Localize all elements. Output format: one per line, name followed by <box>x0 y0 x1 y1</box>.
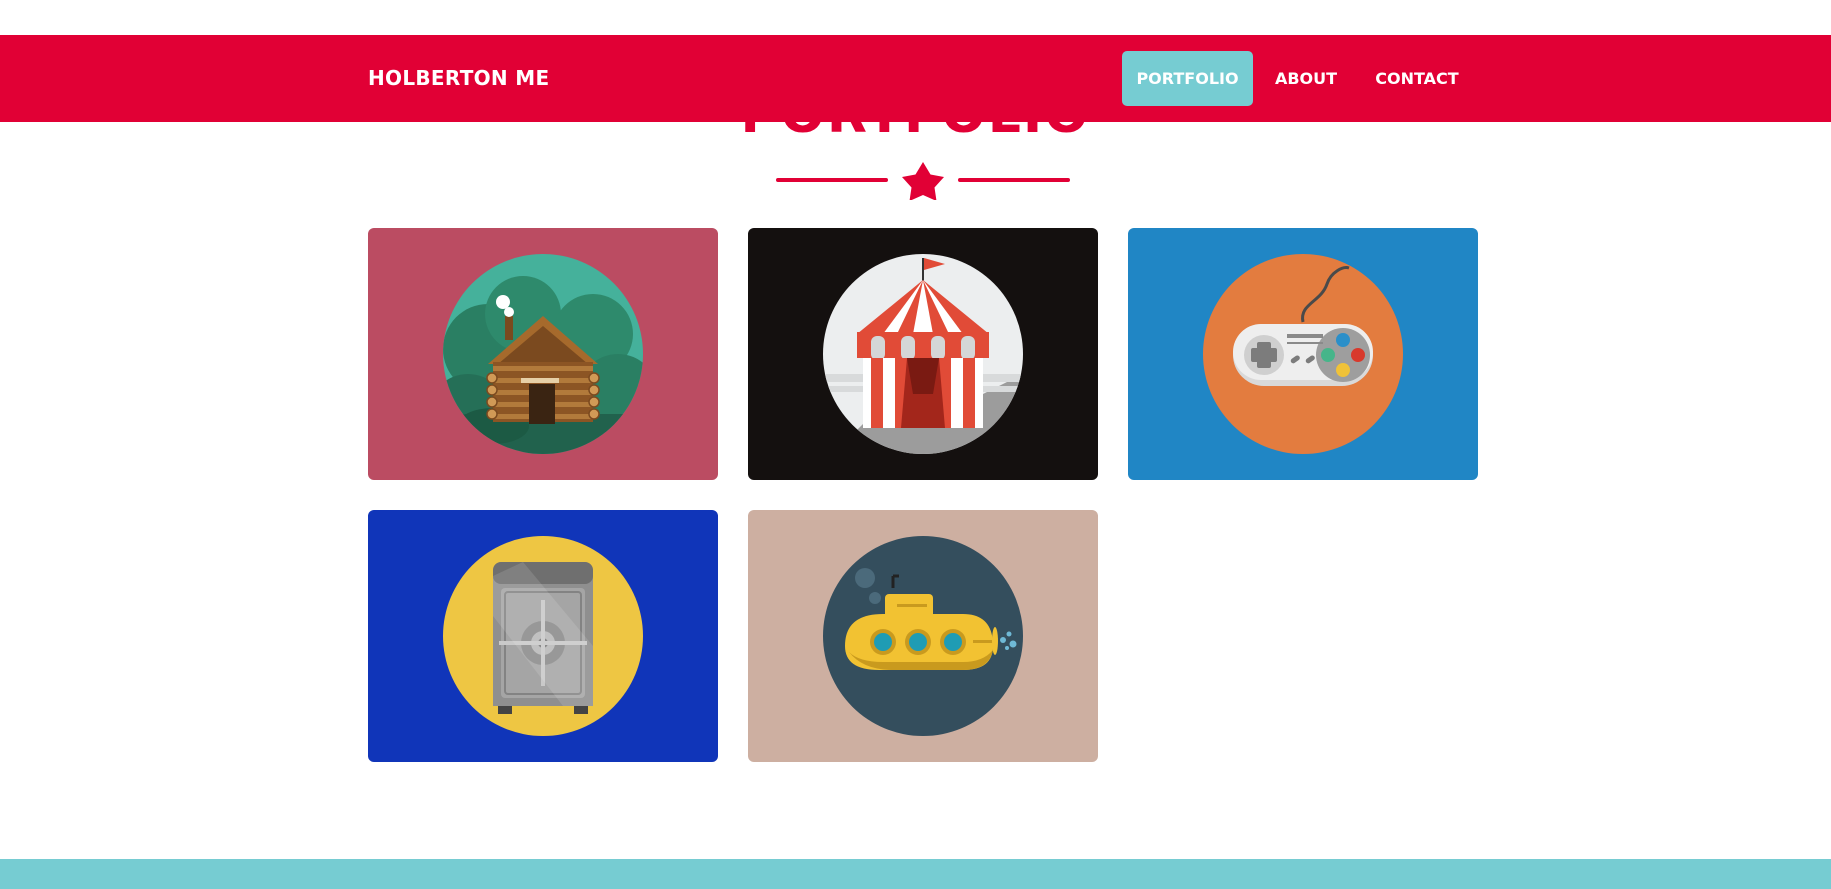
cabin-icon <box>443 254 643 454</box>
nav-item-contact[interactable]: CONTACT <box>1367 51 1467 106</box>
section-divider <box>776 162 1070 200</box>
portfolio-item-safe[interactable] <box>368 510 718 762</box>
portfolio-item-submarine[interactable] <box>748 510 1098 762</box>
portfolio-item-circus[interactable] <box>748 228 1098 480</box>
star-icon <box>902 162 944 200</box>
portfolio-item-cabin[interactable] <box>368 228 718 480</box>
game-controller-icon <box>1203 254 1403 454</box>
safe-icon <box>443 536 643 736</box>
nav-item-about[interactable]: ABOUT <box>1262 51 1350 106</box>
portfolio-item-controller[interactable] <box>1128 228 1478 480</box>
footer <box>0 859 1831 889</box>
submarine-icon <box>823 536 1023 736</box>
divider-line-right <box>958 178 1070 182</box>
divider-line-left <box>776 178 888 182</box>
page: PORTFOLIO HOLBERTON ME PORTFOLIO ABOUT C… <box>0 0 1831 889</box>
brand-link[interactable]: HOLBERTON ME <box>368 66 549 90</box>
navbar: HOLBERTON ME PORTFOLIO ABOUT CONTACT <box>0 35 1831 122</box>
nav-item-portfolio[interactable]: PORTFOLIO <box>1122 51 1253 106</box>
circus-tent-icon <box>823 254 1023 454</box>
